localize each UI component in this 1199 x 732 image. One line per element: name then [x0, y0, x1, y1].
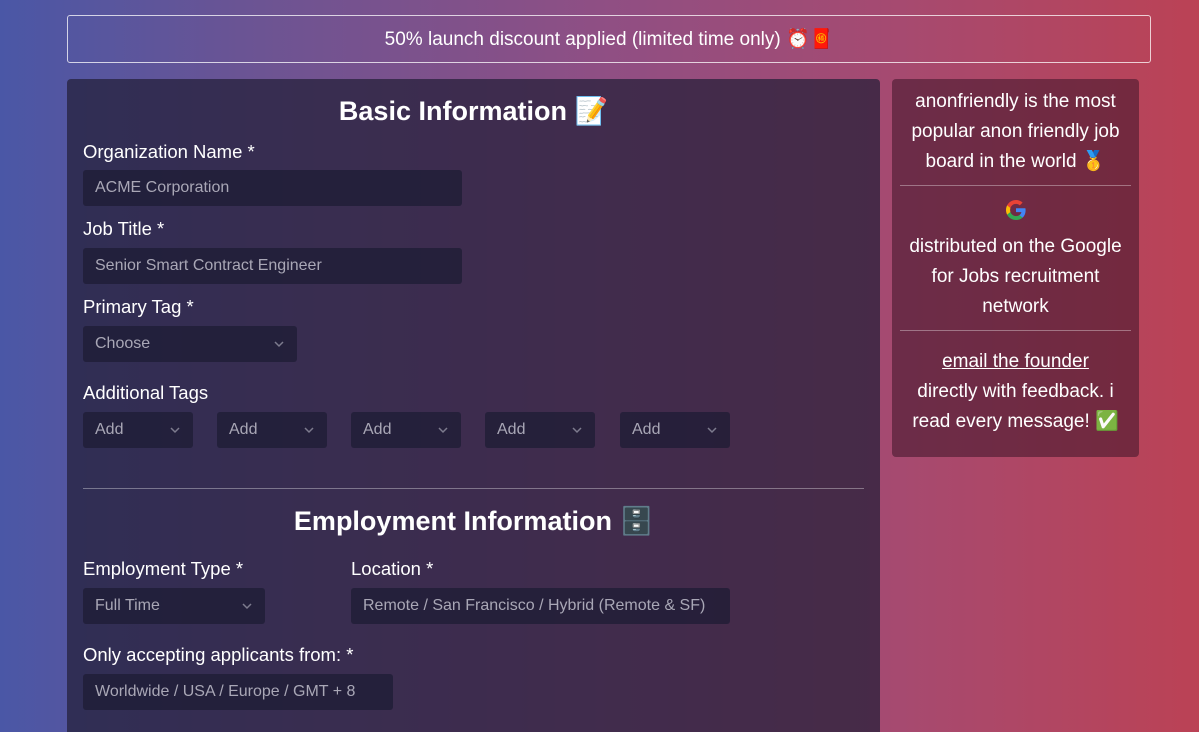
location-input[interactable]: Remote / San Francisco / Hybrid (Remote …: [351, 588, 730, 624]
org-name-placeholder: ACME Corporation: [95, 179, 230, 196]
banner-text: 50% launch discount applied (limited tim…: [384, 29, 834, 50]
additional-tag-select[interactable]: Add: [83, 412, 193, 448]
primary-tag-select[interactable]: Choose: [83, 326, 297, 362]
info-sidebar: anonfriendly is the most popular anon fr…: [892, 79, 1139, 457]
applicants-from-placeholder: Worldwide / USA / Europe / GMT + 8: [95, 683, 356, 700]
additional-tag-value: Add: [95, 421, 124, 438]
primary-tag-value: Choose: [95, 335, 151, 352]
job-title-label: Job Title *: [83, 218, 165, 239]
employment-type-select[interactable]: Full Time: [83, 588, 265, 624]
chevron-down-icon: [572, 427, 582, 434]
additional-tag-value: Add: [229, 421, 258, 438]
primary-tag-label: Primary Tag *: [83, 296, 194, 317]
additional-tags-label: Additional Tags: [83, 382, 209, 403]
popular-section: anonfriendly is the most popular anon fr…: [892, 79, 1139, 185]
additional-tag-select[interactable]: Add: [485, 412, 595, 448]
additional-tag-value: Add: [497, 421, 526, 438]
discount-banner: 50% launch discount applied (limited tim…: [67, 15, 1151, 63]
additional-tag-select[interactable]: Add: [217, 412, 327, 448]
org-name-input[interactable]: ACME Corporation: [83, 170, 462, 206]
chevron-down-icon: [438, 427, 448, 434]
job-title-placeholder: Senior Smart Contract Engineer: [95, 257, 322, 274]
job-form-card: Basic Information 📝 Organization Name * …: [67, 79, 880, 732]
chevron-down-icon: [170, 427, 180, 434]
org-name-label: Organization Name *: [83, 141, 255, 162]
employment-info-title: Employment Information 🗄️: [293, 506, 654, 536]
chevron-down-icon: [707, 427, 717, 434]
employment-type-label: Employment Type *: [83, 558, 244, 579]
google-icon: [1005, 200, 1026, 220]
chevron-down-icon: [274, 341, 284, 348]
chevron-down-icon: [242, 603, 252, 610]
email-founder-link[interactable]: email the founder: [942, 351, 1089, 372]
section-divider: [83, 488, 864, 489]
job-title-input[interactable]: Senior Smart Contract Engineer: [83, 248, 462, 284]
additional-tag-select[interactable]: Add: [620, 412, 730, 448]
founder-section: email the founder directly with feedback…: [892, 331, 1139, 445]
chevron-down-icon: [304, 427, 314, 434]
additional-tag-value: Add: [632, 421, 661, 438]
location-placeholder: Remote / San Francisco / Hybrid (Remote …: [363, 597, 706, 614]
google-section: distributed on the Google for Jobs recru…: [892, 186, 1139, 330]
additional-tag-value: Add: [363, 421, 392, 438]
popular-text: anonfriendly is the most popular anon fr…: [911, 91, 1120, 172]
applicants-from-input[interactable]: Worldwide / USA / Europe / GMT + 8: [83, 674, 393, 710]
employment-type-value: Full Time: [95, 597, 160, 614]
founder-text: directly with feedback. i read every mes…: [912, 381, 1119, 432]
additional-tag-select[interactable]: Add: [351, 412, 461, 448]
basic-info-title: Basic Information 📝: [338, 96, 609, 126]
google-text: distributed on the Google for Jobs recru…: [909, 236, 1122, 317]
location-label: Location *: [351, 558, 434, 579]
applicants-from-label: Only accepting applicants from: *: [83, 644, 354, 665]
